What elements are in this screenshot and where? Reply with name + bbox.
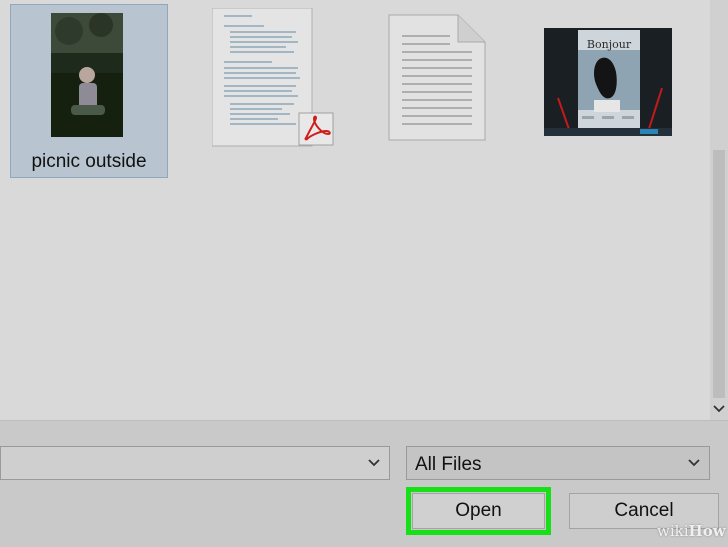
vertical-scrollbar[interactable] [710,0,728,420]
pdf-icon [298,112,334,146]
bonjour-thumb-text: Bonjour [587,38,632,51]
file-item-bonjour-image[interactable]: Bonjour [540,24,678,144]
file-name-label: picnic outside [31,151,147,172]
file-item-picnic-outside[interactable]: picnic outside [10,4,168,178]
scrollbar-thumb[interactable] [713,150,725,398]
file-type-dropdown[interactable]: All Files [406,446,710,480]
chevron-down-icon [713,405,725,413]
file-name-combobox[interactable] [0,446,390,481]
wikihow-watermark: wikiHow [657,522,726,540]
file-item-pdf[interactable] [200,4,340,154]
watermark-brand: How [688,522,726,540]
file-item-text-document[interactable] [380,4,500,154]
bonjour-thumbnail: Bonjour [544,28,672,136]
scroll-down-button[interactable] [711,400,727,418]
file-list: picnic outside Bonjour [0,0,710,420]
chevron-down-icon[interactable] [367,456,381,470]
chevron-down-icon [688,459,700,467]
photo-thumbnail [51,13,123,137]
file-name-input[interactable] [1,447,355,481]
file-type-value: All Files [415,454,482,475]
open-button[interactable]: Open [406,487,551,535]
watermark-prefix: wiki [657,522,689,540]
text-document-icon [388,14,486,141]
